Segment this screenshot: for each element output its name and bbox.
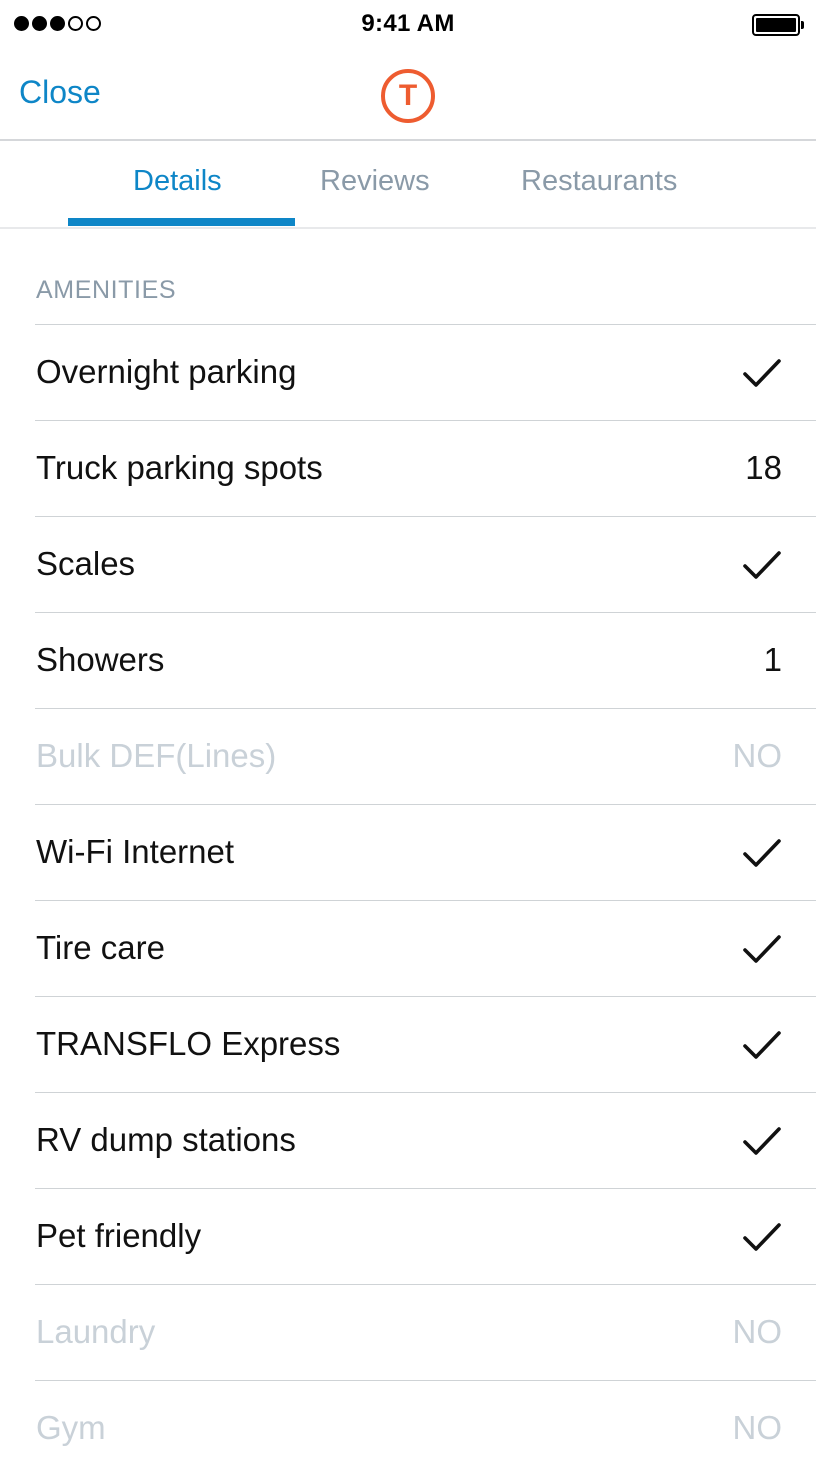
checkmark-icon	[742, 1221, 782, 1253]
active-tab-indicator	[68, 218, 295, 226]
amenity-label: Scales	[36, 545, 136, 582]
amenity-label: Tire care	[36, 929, 165, 966]
list-item: Gym NO	[35, 1380, 816, 1476]
brand-logo-icon: T	[381, 69, 435, 123]
checkmark-icon	[742, 549, 782, 581]
amenity-label: Pet friendly	[36, 1217, 202, 1254]
list-item: RV dump stations	[35, 1092, 816, 1188]
list-item: Wi-Fi Internet	[35, 804, 816, 900]
list-item: Laundry NO	[35, 1284, 816, 1380]
checkmark-icon	[742, 1029, 782, 1061]
list-item: Overnight parking	[35, 324, 816, 420]
amenity-label: RV dump stations	[36, 1121, 296, 1158]
amenity-value: NO	[732, 1409, 783, 1446]
tab-details[interactable]: Details	[133, 165, 222, 198]
close-button[interactable]: Close	[19, 74, 101, 111]
list-item: Showers 1	[35, 612, 816, 708]
battery-icon	[752, 14, 804, 36]
amenity-value: 1	[763, 641, 782, 678]
amenity-label: Wi-Fi Internet	[36, 833, 235, 870]
status-bar: 9:41 AM	[0, 0, 816, 50]
list-item: Bulk DEF(Lines) NO	[35, 708, 816, 804]
amenity-label: Laundry	[36, 1313, 156, 1350]
amenity-label: Gym	[36, 1409, 106, 1446]
checkmark-icon	[742, 357, 782, 389]
list-item: Pet friendly	[35, 1188, 816, 1284]
list-item: Scales	[35, 516, 816, 612]
status-time: 9:41 AM	[361, 10, 455, 37]
checkmark-icon	[742, 933, 782, 965]
list-item: TRANSFLO Express	[35, 996, 816, 1092]
tab-reviews[interactable]: Reviews	[320, 165, 430, 198]
amenity-label: Showers	[36, 641, 165, 678]
checkmark-icon	[742, 837, 782, 869]
amenity-value: NO	[732, 1313, 783, 1350]
tab-bar: Details Reviews Restaurants	[0, 141, 816, 229]
checkmark-icon	[742, 1125, 782, 1157]
navigation-bar: Close T	[0, 50, 816, 141]
tab-restaurants[interactable]: Restaurants	[521, 165, 677, 198]
amenity-label: Truck parking spots	[36, 449, 323, 486]
list-item: Tire care	[35, 900, 816, 996]
list-item: Truck parking spots 18	[35, 420, 816, 516]
logo-letter: T	[398, 79, 418, 112]
section-header-amenities: AMENITIES	[36, 276, 177, 304]
amenity-label: TRANSFLO Express	[36, 1025, 341, 1062]
amenity-label: Bulk DEF(Lines)	[36, 737, 277, 774]
amenities-list: Overnight parking Truck parking spots 18 Sc…	[35, 324, 816, 1476]
amenity-label: Overnight parking	[36, 353, 297, 390]
amenity-value: NO	[732, 737, 783, 774]
amenity-value: 18	[745, 449, 782, 486]
